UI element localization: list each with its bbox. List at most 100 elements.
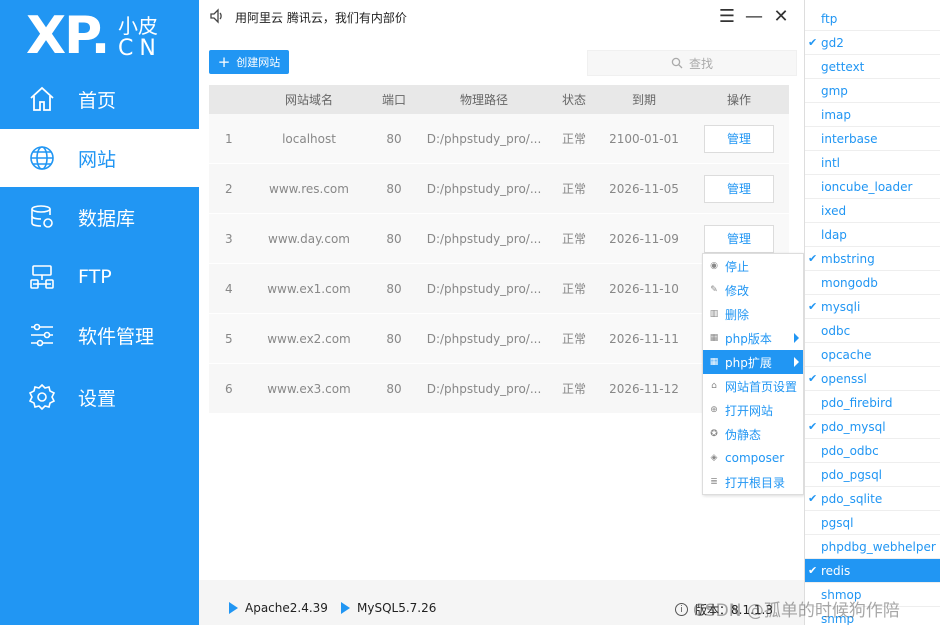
home-small-icon: ⌂: [711, 381, 717, 391]
extension-item[interactable]: ✔ mbstring: [805, 247, 940, 271]
manage-button[interactable]: 管理: [704, 174, 774, 203]
context-menu-item[interactable]: ✎ 修改: [703, 278, 803, 302]
search-placeholder: 查找: [688, 56, 713, 71]
create-website-button[interactable]: + 创建网站: [209, 50, 289, 74]
rewrite-icon: ✪: [710, 429, 718, 439]
nav-item-software[interactable]: 软件管理: [0, 306, 199, 364]
sidebar: XP. 小皮 CN 首页 网站 数据库 FTP 软件管理 设置: [0, 0, 199, 625]
notice-text[interactable]: 用阿里云 腾讯云，我们有内部价: [235, 9, 407, 26]
extension-item[interactable]: shmop: [805, 583, 940, 607]
header-status: 状态: [561, 93, 586, 107]
extension-name: ldap: [821, 227, 847, 242]
mysql-service[interactable]: MySQL5.7.26: [341, 601, 436, 615]
extension-name: snmp: [821, 611, 855, 625]
close-button[interactable]: ✕: [771, 6, 791, 27]
extension-name: redis: [821, 563, 851, 578]
context-menu-item[interactable]: ≣ 打开根目录: [703, 470, 803, 494]
extension-name: intl: [821, 155, 840, 170]
header-port: 端口: [381, 93, 406, 107]
extension-item[interactable]: snmp: [805, 607, 940, 625]
context-menu-label: 打开根目录: [725, 475, 786, 490]
apache-service[interactable]: Apache2.4.39: [229, 601, 328, 615]
context-menu-label: 打开网站: [725, 403, 774, 418]
check-icon: ✔: [808, 36, 818, 49]
nav-item-database[interactable]: 数据库: [0, 188, 199, 246]
row-index: 3: [225, 231, 233, 246]
extension-name: pdo_firebird: [821, 395, 893, 410]
minimize-button[interactable]: —: [744, 6, 764, 27]
extension-item[interactable]: opcache: [805, 343, 940, 367]
context-menu-item[interactable]: ◈ composer: [703, 446, 803, 470]
context-menu-item[interactable]: ◉ 停止: [703, 254, 803, 278]
context-menu-item[interactable]: ✪ 伪静态: [703, 422, 803, 446]
row-action: 管理: [689, 174, 789, 203]
extension-item[interactable]: ✔ redis: [805, 559, 940, 583]
search-input[interactable]: 查找: [587, 50, 797, 76]
row-port: 80: [386, 181, 402, 196]
context-menu-item[interactable]: ▦ php扩展: [703, 350, 803, 374]
extension-item[interactable]: pdo_firebird: [805, 391, 940, 415]
extension-name: mongodb: [821, 275, 878, 290]
edit-icon: ✎: [710, 285, 718, 295]
play-icon: [341, 602, 350, 614]
context-menu: ◉ 停止 ✎ 修改 ▥ 删除 ▦ php版本 ▦ php扩展 ⌂ 网站首页设置 ⊕ 打开网站 ✪ 伪静态 ◈ co…: [702, 253, 804, 495]
stop-icon: ◉: [710, 261, 718, 271]
extension-item[interactable]: pdo_odbc: [805, 439, 940, 463]
context-menu-label: composer: [725, 451, 785, 465]
extension-item[interactable]: odbc: [805, 319, 940, 343]
extension-name: odbc: [821, 323, 851, 338]
context-menu-item[interactable]: ▥ 删除: [703, 302, 803, 326]
speaker-icon: [209, 8, 225, 24]
row-domain: www.ex1.com: [267, 281, 351, 296]
nav-item-home[interactable]: 首页: [0, 70, 199, 128]
table-header: 网站域名 端口 物理路径 状态 到期 操作: [209, 85, 789, 114]
php-ext-icon: ▦: [709, 357, 719, 367]
nav-item-website[interactable]: 网站: [0, 129, 199, 187]
extension-item[interactable]: ioncube_loader: [805, 175, 940, 199]
home-icon: [28, 85, 56, 113]
sliders-icon: [28, 321, 56, 349]
extension-item[interactable]: mongodb: [805, 271, 940, 295]
row-status: 正常: [561, 232, 586, 246]
extension-name: pdo_odbc: [821, 443, 879, 458]
extension-name: pdo_mysql: [821, 419, 886, 434]
top-bar: 用阿里云 腾讯云，我们有内部价 ☰ — ✕: [199, 0, 804, 34]
extension-item[interactable]: pgsql: [805, 511, 940, 535]
menu-button[interactable]: ☰: [717, 6, 737, 27]
extension-item[interactable]: ✔ gd2: [805, 31, 940, 55]
extension-item[interactable]: ✔ pdo_mysql: [805, 415, 940, 439]
check-icon: ✔: [808, 420, 818, 433]
extension-item[interactable]: gettext: [805, 55, 940, 79]
extension-item[interactable]: ✔ mysqli: [805, 295, 940, 319]
table-row: 2 www.res.com 80 D:/phpstudy_pro/... 正常 2026-…: [209, 164, 789, 214]
extension-item[interactable]: ldap: [805, 223, 940, 247]
row-status: 正常: [561, 182, 586, 196]
context-menu-label: 删除: [725, 307, 750, 322]
nav-label: 设置: [78, 387, 117, 410]
nav-label: 数据库: [78, 207, 136, 230]
extension-item[interactable]: gmp: [805, 79, 940, 103]
extension-item[interactable]: intl: [805, 151, 940, 175]
context-menu-item[interactable]: ⌂ 网站首页设置: [703, 374, 803, 398]
row-port: 80: [386, 331, 402, 346]
manage-button[interactable]: 管理: [704, 124, 774, 153]
extension-item[interactable]: ✔ pdo_sqlite: [805, 487, 940, 511]
extension-item[interactable]: phpdbg_webhelper: [805, 535, 940, 559]
row-path: D:/phpstudy_pro/...: [426, 381, 542, 396]
row-expire: 2026-11-10: [609, 281, 679, 296]
extension-item[interactable]: ixed: [805, 199, 940, 223]
row-status: 正常: [561, 382, 586, 396]
nav-item-settings[interactable]: 设置: [0, 368, 199, 426]
extension-name: ftp: [821, 11, 838, 26]
logo-cn: CN: [118, 36, 162, 61]
extension-item[interactable]: ✔ openssl: [805, 367, 940, 391]
context-menu-item[interactable]: ⊕ 打开网站: [703, 398, 803, 422]
manage-button[interactable]: 管理: [704, 224, 774, 253]
context-menu-item[interactable]: ▦ php版本: [703, 326, 803, 350]
extension-item[interactable]: interbase: [805, 127, 940, 151]
nav-item-ftp[interactable]: FTP: [0, 248, 199, 306]
extension-item[interactable]: ftp: [805, 7, 940, 31]
extension-item[interactable]: pdo_pgsql: [805, 463, 940, 487]
extension-item[interactable]: imap: [805, 103, 940, 127]
gear-icon: [28, 383, 56, 411]
